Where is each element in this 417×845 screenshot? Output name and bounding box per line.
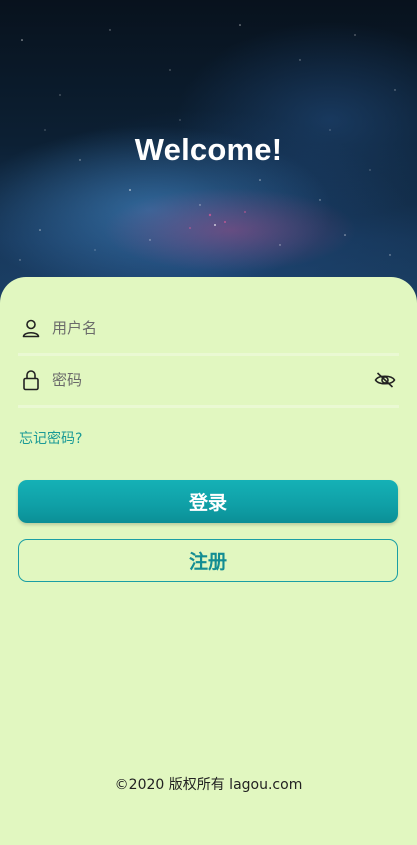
register-button[interactable]: 注册	[18, 539, 398, 582]
password-input[interactable]	[52, 365, 373, 395]
copyright-text: ©2020 版权所有 lagou.com	[114, 777, 303, 793]
eye-off-icon[interactable]	[373, 368, 397, 392]
welcome-title: Welcome!	[134, 132, 283, 167]
username-field[interactable]	[18, 305, 399, 356]
username-input[interactable]	[52, 313, 399, 343]
password-field[interactable]	[18, 357, 399, 408]
login-card: 忘记密码? 登录 注册 ©2020 版权所有 lagou.com	[0, 277, 417, 845]
password-divider	[18, 405, 399, 408]
login-button[interactable]: 登录	[18, 480, 398, 523]
username-divider	[18, 353, 399, 356]
space-header-background: Welcome!	[0, 0, 417, 320]
login-screen: Welcome! 用户名 忘记密码? 登录 注册 ©2020 版权所有 lago…	[0, 0, 417, 845]
user-icon	[20, 317, 42, 339]
lock-icon	[20, 369, 42, 391]
forgot-password-link[interactable]: 忘记密码?	[19, 428, 82, 448]
